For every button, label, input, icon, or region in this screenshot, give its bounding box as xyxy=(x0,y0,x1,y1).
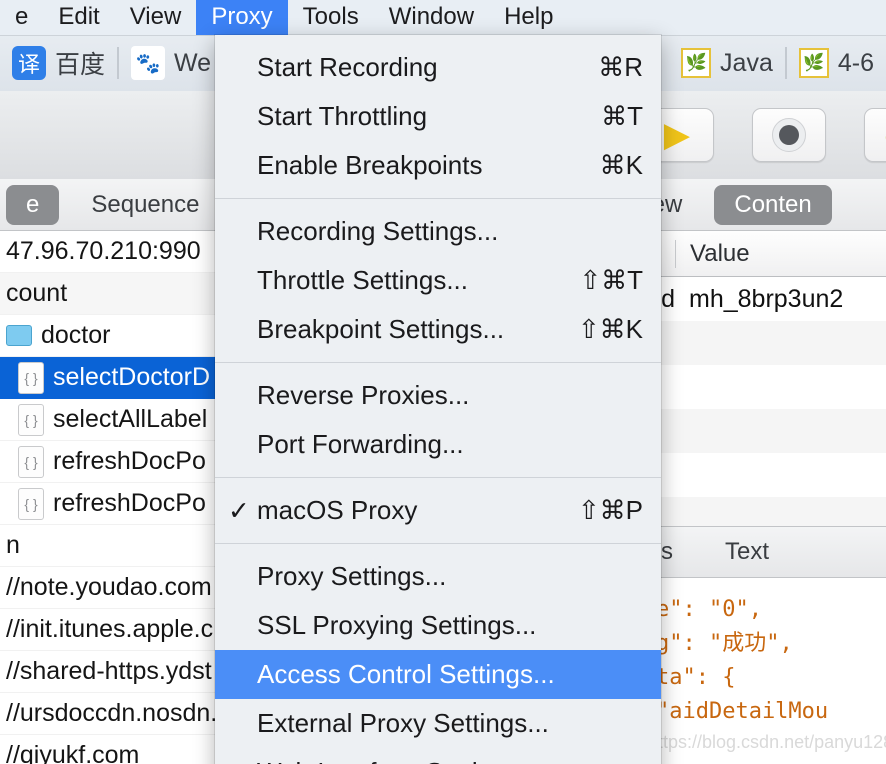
menu-item-label: Breakpoint Settings... xyxy=(257,314,505,344)
menu-item-label: Start Recording xyxy=(257,52,438,82)
menu-item-reverse-proxies[interactable]: Reverse Proxies... xyxy=(215,371,661,420)
menubar-item-view[interactable]: View xyxy=(115,0,197,35)
menu-item-label: Web Interface Settings... xyxy=(257,757,623,764)
menu-item-ssl-proxying-settings[interactable]: SSL Proxying Settings... xyxy=(215,601,661,650)
tree-row-label: //note.youdao.com xyxy=(6,573,212,601)
menu-item-start-recording[interactable]: Start Recording ⌘R xyxy=(215,43,661,92)
menu-item-external-proxy-settings[interactable]: External Proxy Settings... xyxy=(215,699,661,748)
table-cell-value: mh_8brp3un2 xyxy=(689,284,844,313)
tree-row-label: refreshDocPo xyxy=(53,447,206,475)
bookmark-item-web[interactable]: 🐾 We xyxy=(119,35,223,91)
menu-item-throttle-settings[interactable]: Throttle Settings... ⇧⌘T xyxy=(215,256,661,305)
screen: ▶ 🐢 e Sequence erview Conten 47.96.70.21… xyxy=(0,0,886,764)
column-header-value[interactable]: Value xyxy=(675,239,750,268)
tab-sequence[interactable]: Sequence xyxy=(71,185,219,225)
throttle-button[interactable]: 🐢 xyxy=(864,108,886,162)
json-file-icon: { } xyxy=(18,445,44,478)
page-icon: 🌿 xyxy=(681,48,712,78)
bookmark-label: 4-6 xyxy=(837,48,874,77)
menu-item-label: Throttle Settings... xyxy=(257,265,468,295)
checkmark-icon: ✓ xyxy=(228,495,250,525)
menu-item-port-forwarding[interactable]: Port Forwarding... xyxy=(215,420,661,469)
tree-row-label: //shared-https.ydst xyxy=(6,657,212,685)
tree-row-label: count xyxy=(6,279,68,307)
menu-item-enable-breakpoints[interactable]: Enable Breakpoints ⌘K xyxy=(215,141,661,190)
menu-item-shortcut: ⌘K xyxy=(599,150,643,180)
menu-item-access-control-settings[interactable]: Access Control Settings... xyxy=(215,650,661,699)
tree-row-label: 47.96.70.210:990 xyxy=(6,237,201,265)
tree-row-label: doctor xyxy=(41,321,111,349)
menu-item-label: Recording Settings... xyxy=(257,216,499,246)
folder-icon xyxy=(6,325,32,346)
bookmark-label: 百度 xyxy=(55,51,106,79)
menu-item-shortcut: ⌘R xyxy=(598,52,643,82)
menu-item-label: Enable Breakpoints xyxy=(257,150,483,180)
menu-item-shortcut: ⇧⌘K xyxy=(577,314,643,344)
menu-item-breakpoint-settings[interactable]: Breakpoint Settings... ⇧⌘K xyxy=(215,305,661,354)
menu-item-shortcut: ⌘T xyxy=(601,101,643,131)
menu-item-shortcut: ⇧⌘T xyxy=(579,265,643,295)
record-icon xyxy=(772,118,806,152)
menubar-item-help[interactable]: Help xyxy=(489,0,568,35)
bookmark-item-java[interactable]: 🌿 Java xyxy=(669,35,785,91)
menu-item-label: Proxy Settings... xyxy=(257,561,447,591)
menu-separator xyxy=(215,198,661,199)
tree-row-label: n xyxy=(6,531,20,559)
menu-item-label: macOS Proxy xyxy=(257,495,418,525)
menu-item-label: Reverse Proxies... xyxy=(257,380,470,410)
menu-separator xyxy=(215,362,661,363)
menu-item-recording-settings[interactable]: Recording Settings... xyxy=(215,207,661,256)
watermark: https://blog.csdn.net/panyu128 xyxy=(648,732,886,752)
json-file-icon: { } xyxy=(18,403,44,436)
menu-item-label: SSL Proxying Settings... xyxy=(257,610,537,640)
page-icon: 🌿 xyxy=(798,48,829,78)
menu-item-start-throttling[interactable]: Start Throttling ⌘T xyxy=(215,92,661,141)
menu-item-proxy-settings[interactable]: Proxy Settings... xyxy=(215,552,661,601)
tree-row-label: selectAllLabel xyxy=(53,405,208,433)
bookmark-item-baidu-translate[interactable]: 译 百度 xyxy=(0,35,117,91)
tab-text[interactable]: Text xyxy=(705,532,789,572)
menu-item-web-interface-settings[interactable]: Web Interface Settings... xyxy=(215,748,661,764)
bookmark-label: We xyxy=(174,48,212,77)
tab-structure[interactable]: e xyxy=(6,184,60,225)
json-file-icon: { } xyxy=(18,361,44,394)
menubar-item-window[interactable]: Window xyxy=(374,0,489,35)
tab-contents[interactable]: Conten xyxy=(714,184,832,225)
play-icon: ▶ xyxy=(663,116,691,154)
menu-item-label: External Proxy Settings... xyxy=(257,708,549,738)
tree-row-label: refreshDocPo xyxy=(53,489,206,517)
tree-row-label: //qiyukf.com xyxy=(6,741,140,764)
tree-row-label: selectDoctorD xyxy=(53,363,210,391)
json-file-icon: { } xyxy=(18,487,44,520)
menubar-item-proxy[interactable]: Proxy xyxy=(196,0,288,35)
menu-item-label: Start Throttling xyxy=(257,101,428,131)
translate-icon: 译 xyxy=(12,46,46,80)
menu-separator xyxy=(215,477,661,478)
bookmark-label: Java xyxy=(720,48,773,77)
macos-menu-bar: e Edit View Proxy Tools Window Help xyxy=(0,0,886,36)
menubar-item-edit[interactable]: Edit xyxy=(43,0,114,35)
bookmark-item-4-6[interactable]: 🌿 4-6 xyxy=(787,35,886,91)
menu-separator xyxy=(215,543,661,544)
tree-row-label: //init.itunes.apple.c xyxy=(6,615,214,643)
menu-item-macos-proxy[interactable]: ✓ macOS Proxy ⇧⌘P xyxy=(215,486,661,535)
baidu-icon: 🐾 xyxy=(131,46,166,80)
menu-item-label: Port Forwarding... xyxy=(257,429,464,459)
menu-item-shortcut: ⇧⌘P xyxy=(577,495,643,525)
menubar-item-tools[interactable]: Tools xyxy=(288,0,374,35)
menubar-item-file[interactable]: e xyxy=(0,0,43,35)
menu-item-label: Access Control Settings... xyxy=(257,659,555,689)
proxy-dropdown-menu: Start Recording ⌘R Start Throttling ⌘T E… xyxy=(215,35,661,764)
record-button[interactable] xyxy=(752,108,826,162)
